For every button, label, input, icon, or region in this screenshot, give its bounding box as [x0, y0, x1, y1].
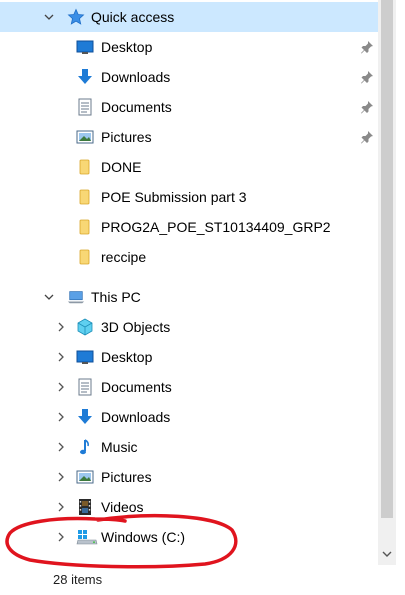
- pin-icon[interactable]: [360, 100, 374, 114]
- chevron-right-icon[interactable]: [55, 501, 67, 513]
- chevron-right-icon[interactable]: [55, 441, 67, 453]
- folder-icon: [76, 158, 94, 176]
- quick-access-item-desktop[interactable]: Desktop: [0, 32, 378, 62]
- chevron-right-icon[interactable]: [55, 471, 67, 483]
- quick-access-item-documents[interactable]: Documents: [0, 92, 378, 122]
- item-label: Downloads: [101, 409, 171, 425]
- pictures-icon: [76, 128, 94, 146]
- this-pc-item-windows-c[interactable]: Windows (C:): [0, 522, 378, 552]
- chevron-down-icon[interactable]: [43, 11, 55, 23]
- item-label: reccipe: [101, 249, 147, 265]
- desktop-icon: [76, 348, 94, 366]
- star-icon: [67, 8, 85, 26]
- item-label: Downloads: [101, 69, 171, 85]
- pin-icon[interactable]: [360, 70, 374, 84]
- music-note-icon: [76, 438, 94, 456]
- chevron-right-icon[interactable]: [55, 351, 67, 363]
- item-count: 28 items: [53, 572, 103, 587]
- folder-icon: [76, 218, 94, 236]
- chevron-down-icon: [382, 551, 392, 557]
- quick-access-header[interactable]: Quick access: [0, 2, 378, 32]
- scroll-down-button[interactable]: [378, 545, 396, 563]
- item-label: Desktop: [101, 349, 153, 365]
- quick-access-item-downloads[interactable]: Downloads: [0, 62, 378, 92]
- item-label: POE Submission part 3: [101, 189, 247, 205]
- item-label: Desktop: [101, 39, 153, 55]
- item-label: Music: [101, 439, 138, 455]
- this-pc-item-downloads[interactable]: Downloads: [0, 402, 378, 432]
- navigation-pane: Quick access Desktop Downloads Documents: [0, 0, 378, 565]
- item-label: Pictures: [101, 469, 152, 485]
- chevron-down-icon[interactable]: [43, 291, 55, 303]
- document-icon: [76, 98, 94, 116]
- download-arrow-icon: [76, 408, 94, 426]
- folder-icon: [76, 188, 94, 206]
- quick-access-item-done[interactable]: DONE: [0, 152, 378, 182]
- chevron-right-icon[interactable]: [55, 531, 67, 543]
- video-film-icon: [76, 498, 94, 516]
- this-pc-item-music[interactable]: Music: [0, 432, 378, 462]
- quick-access-item-reccipe[interactable]: reccipe: [0, 242, 378, 272]
- item-label: Documents: [101, 99, 172, 115]
- item-label: PROG2A_POE_ST10134409_GRP2: [101, 219, 331, 235]
- status-bar: 28 items: [0, 565, 405, 595]
- computer-icon: [67, 288, 85, 306]
- this-pc-item-videos[interactable]: Videos: [0, 492, 378, 522]
- this-pc-item-3d-objects[interactable]: 3D Objects: [0, 312, 378, 342]
- this-pc-item-desktop[interactable]: Desktop: [0, 342, 378, 372]
- this-pc-header[interactable]: This PC: [0, 282, 378, 312]
- this-pc-item-documents[interactable]: Documents: [0, 372, 378, 402]
- chevron-right-icon[interactable]: [55, 321, 67, 333]
- item-label: DONE: [101, 159, 142, 175]
- desktop-icon: [76, 38, 94, 56]
- scrollbar-thumb[interactable]: [381, 0, 393, 518]
- this-pc-item-pictures[interactable]: Pictures: [0, 462, 378, 492]
- folder-icon: [76, 248, 94, 266]
- quick-access-item-prog2a[interactable]: PROG2A_POE_ST10134409_GRP2: [0, 212, 378, 242]
- this-pc-label: This PC: [91, 289, 141, 305]
- download-arrow-icon: [76, 68, 94, 86]
- document-icon: [76, 378, 94, 396]
- pin-icon[interactable]: [360, 40, 374, 54]
- item-label: 3D Objects: [101, 319, 171, 335]
- quick-access-item-pictures[interactable]: Pictures: [0, 122, 378, 152]
- pin-icon[interactable]: [360, 130, 374, 144]
- item-label: Documents: [101, 379, 172, 395]
- chevron-right-icon[interactable]: [55, 381, 67, 393]
- quick-access-item-poe-submission[interactable]: POE Submission part 3: [0, 182, 378, 212]
- windows-drive-icon: [76, 528, 98, 546]
- item-label: Videos: [101, 499, 144, 515]
- chevron-right-icon[interactable]: [55, 411, 67, 423]
- item-label: Pictures: [101, 129, 152, 145]
- pictures-icon: [76, 468, 94, 486]
- item-label: Windows (C:): [101, 529, 186, 545]
- 3d-objects-icon: [76, 318, 94, 336]
- quick-access-label: Quick access: [91, 9, 175, 25]
